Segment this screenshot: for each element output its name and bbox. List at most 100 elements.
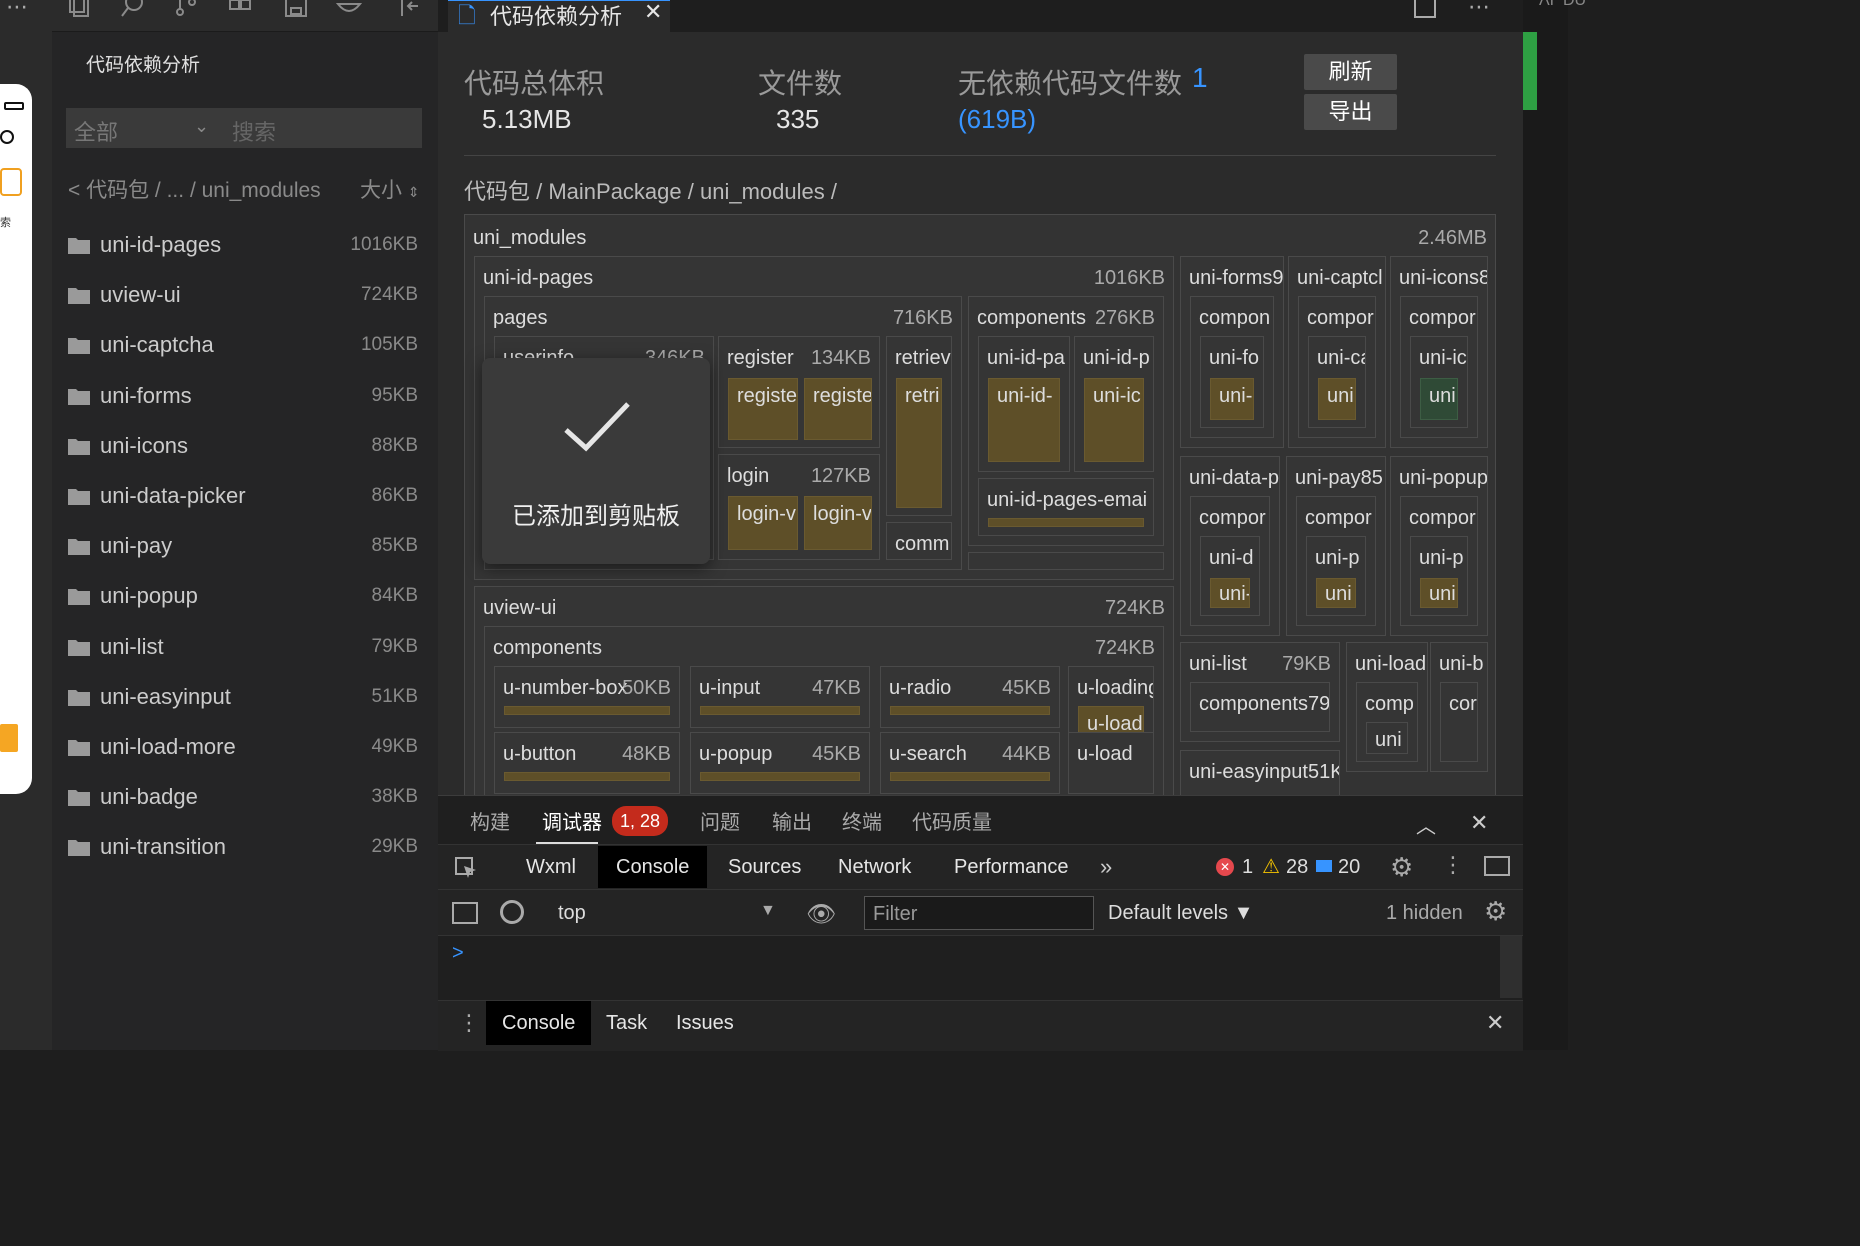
message-count[interactable]: 20 [1338,856,1360,879]
folder-item[interactable]: uni-data-picker 86KB [68,471,418,521]
devtools-tab[interactable]: Network [820,846,929,888]
scrollbar[interactable] [1500,936,1522,998]
more-actions-icon[interactable]: ⋯ [1468,0,1490,20]
path-breadcrumb[interactable]: 代码包 / MainPackage / uni_modules / [464,174,837,206]
sidebar-toggle-icon[interactable] [452,902,478,924]
warning-count[interactable]: 28 [1286,856,1308,879]
leaf-retrieve[interactable]: retri [896,378,942,508]
devtools-tab[interactable]: Performance [936,846,1087,888]
folder-item[interactable]: uni-badge 38KB [68,772,418,822]
dropdown-icon[interactable] [0,168,22,196]
leaf-captcha[interactable]: uni [1318,378,1356,420]
devtools-tab[interactable]: Wxml [508,846,594,888]
close-drawer-icon[interactable]: ✕ [1486,1010,1504,1036]
folder-item[interactable]: uni-icons 88KB [68,421,418,471]
leaf-bar[interactable] [988,518,1144,527]
drawer-menu-icon[interactable]: ⋮ [458,1010,480,1036]
inspect-icon[interactable] [454,856,478,880]
leaf-bar[interactable] [504,772,670,781]
search-input[interactable]: 搜索 [232,115,276,147]
folder-item[interactable]: uview-ui 724KB [68,270,418,320]
kebab-icon[interactable]: ⋮ [1442,852,1464,878]
close-icon[interactable]: ✕ [644,0,662,25]
folder-item[interactable]: uni-id-pages 1016KB [68,220,418,270]
leaf-bar[interactable] [504,706,670,715]
tile-badge-components[interactable]: cor [1440,682,1478,762]
chevron-down-icon[interactable]: ⌄ [194,116,209,137]
leaf-uni-ic[interactable]: uni-ic [1084,378,1144,462]
no-dep-value[interactable]: 1 [1192,62,1208,94]
export-button[interactable]: 导出 [1304,94,1397,130]
clear-console-icon[interactable] [500,900,524,924]
leaf-bar[interactable] [700,706,860,715]
devtools-tab[interactable]: Sources [710,846,819,888]
more-icon[interactable]: ⋯ [6,0,28,20]
scroll-indicator[interactable] [1523,32,1537,110]
leaf-pay[interactable]: uni [1316,578,1356,608]
leaf-bar[interactable] [700,772,860,781]
leaf-icons[interactable]: uni [1420,378,1458,420]
folder-item[interactable]: uni-popup 84KB [68,571,418,621]
docker-icon[interactable] [336,0,362,26]
more-tabs-icon[interactable]: » [1100,854,1112,880]
branch-icon[interactable] [174,0,200,26]
tile-common[interactable]: comm [886,522,952,560]
drawer-tab[interactable]: Task [590,1001,663,1045]
leaf-bar[interactable] [890,706,1050,715]
tile-u-search[interactable]: u-search 44KB [880,732,1060,794]
tile-list-components[interactable]: components79 [1190,682,1330,732]
sort-button[interactable]: 大小 ⇕ [360,174,420,204]
folder-item[interactable]: uni-transition 29KB [68,822,418,872]
filter-input[interactable]: Filter [864,896,1094,930]
search-icon[interactable] [120,0,146,26]
panel-tab[interactable]: 问题 [700,806,740,835]
folder-item[interactable]: uni-captcha 105KB [68,320,418,370]
eye-icon[interactable]: 👁 [806,900,836,929]
tile-uni-id-pages-email[interactable]: uni-id-pages-emai [978,478,1154,536]
folder-item[interactable]: uni-load-more 49KB [68,722,418,772]
leaf-register[interactable]: registe [728,378,798,440]
collapse-panel-icon[interactable] [398,0,424,26]
tile-misc[interactable] [968,552,1164,570]
tile-u-input[interactable]: u-input 47KB [690,666,870,728]
tile-load-item[interactable]: uni [1366,722,1408,754]
folder-item[interactable]: uni-pay 85KB [68,521,418,571]
tile-u-radio[interactable]: u-radio 45KB [880,666,1060,728]
levels-select[interactable]: Default levels ▼ [1108,902,1253,925]
split-editor-icon[interactable] [1414,0,1436,18]
settings-icon[interactable]: ⚙ [1390,852,1413,883]
save-icon[interactable] [284,0,310,26]
tile-u-load[interactable]: u-load [1068,732,1154,794]
tile-u-popup[interactable]: u-popup 45KB [690,732,870,794]
leaf-bar[interactable] [890,772,1050,781]
close-panel-icon[interactable]: ✕ [1470,810,1488,836]
extensions-icon[interactable] [228,0,254,26]
record-icon[interactable] [0,130,14,144]
filter-select[interactable]: 全部 [74,115,118,147]
console-settings-icon[interactable]: ⚙ [1484,896,1507,927]
copy-icon[interactable] [66,0,92,26]
orange-button[interactable] [0,724,18,752]
dock-icon[interactable] [1484,856,1510,876]
no-dep-size[interactable]: (619B) [958,104,1036,135]
folder-item[interactable]: uni-forms 95KB [68,371,418,421]
context-select[interactable]: top [558,902,586,925]
context-dropdown-icon[interactable]: ▼ [760,902,776,920]
drawer-tab[interactable]: Issues [660,1001,750,1045]
tile-u-button[interactable]: u-button 48KB [494,732,680,794]
devtools-tab[interactable]: Console [598,846,708,888]
panel-tab[interactable]: 调试器 [542,806,602,835]
leaf-popup[interactable]: uni [1420,578,1458,608]
breadcrumb[interactable]: < 代码包 / ... / uni_modules [68,174,321,204]
drawer-tab[interactable]: Console [486,1001,592,1045]
console-prompt[interactable]: > [452,942,464,965]
leaf-login[interactable]: login-v [804,496,872,550]
error-count[interactable]: 1 [1242,856,1253,879]
folder-item[interactable]: uni-list 79KB [68,622,418,672]
panel-tab[interactable]: 输出 [772,806,812,835]
leaf-picker[interactable]: uni- [1210,578,1250,608]
panel-tab[interactable]: 代码质量 [912,806,992,835]
panel-tab[interactable]: 终端 [842,806,882,835]
tab-dependency-analysis[interactable]: 🗋 代码依赖分析 ✕ [448,0,670,32]
leaf-login[interactable]: login-v [728,496,798,550]
